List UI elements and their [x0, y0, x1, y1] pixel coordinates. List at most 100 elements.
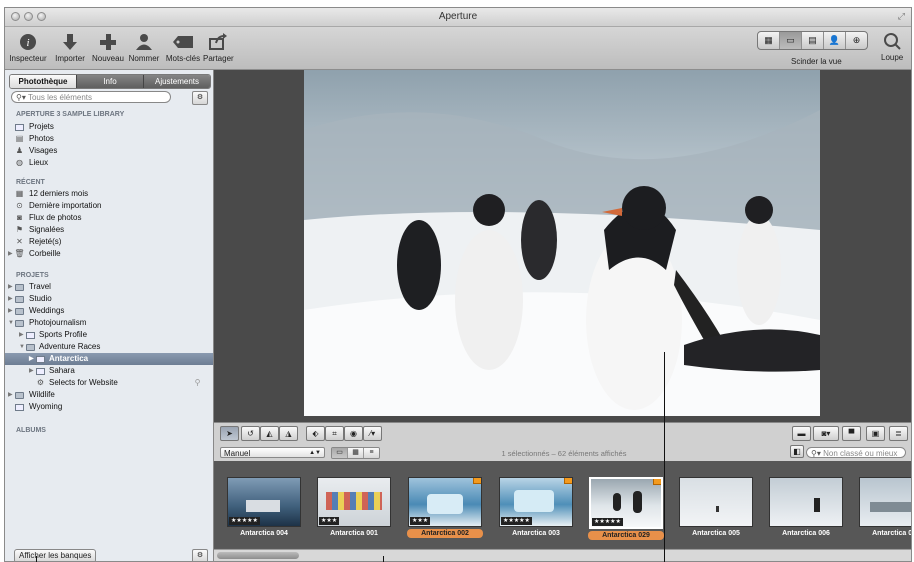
disclosure-triangle-open-icon[interactable]: ▼	[8, 317, 14, 329]
sidebar-item-flagged[interactable]: ⚑ Signalées	[5, 224, 213, 236]
sidebar-item-antarctica[interactable]: ▶ Antarctica	[5, 353, 213, 365]
sidebar-item-sahara[interactable]: ▶ Sahara	[5, 365, 213, 377]
sidebar-item-wildlife[interactable]: ▶ Wildlife	[5, 389, 213, 401]
library-search-field[interactable]: ⚲▾ Tous les éléments	[11, 91, 171, 103]
list-view-button[interactable]: ≣	[889, 426, 908, 441]
thumbnail-antarctica-029[interactable]: ★★★★★ Antarctica 029	[588, 477, 664, 540]
globe-icon: ◍	[16, 158, 23, 167]
sidebar-item-last-12-months[interactable]: ▦ 12 derniers mois	[5, 188, 213, 200]
viewer-options-button[interactable]: ▬	[792, 426, 811, 441]
tab-info[interactable]: Info	[77, 75, 144, 88]
disclosure-triangle-icon[interactable]: ▶	[8, 389, 13, 401]
sidebar-item-faces[interactable]: ♟ Visages	[5, 145, 213, 157]
filmstrip-scrollbar[interactable]	[214, 549, 911, 561]
redeye-tool-button[interactable]: ◉	[344, 426, 363, 441]
sidebar-bottom-action-button[interactable]: ⚙	[192, 549, 208, 561]
scrollbar-thumb[interactable]	[217, 552, 299, 559]
split-view-button[interactable]: ▭	[780, 32, 802, 49]
sidebar-item-projects[interactable]: Projets	[5, 121, 213, 133]
thumbnail-antarctica-006[interactable]: Antarctica 006	[768, 477, 844, 538]
thumbnail-caption: Antarctica 007	[872, 530, 911, 537]
sidebar-item-last-import[interactable]: ⊙ Dernière importation	[5, 200, 213, 212]
thumbnail-antarctica-007[interactable]: Antarctica 007	[858, 477, 911, 538]
name-faces-button[interactable]: Nommer	[127, 30, 161, 63]
thumbnail-antarctica-004[interactable]: ★★★★★ Antarctica 004	[226, 477, 302, 538]
brush-tool-button[interactable]: ⁄▾	[363, 426, 382, 441]
thumbnail-antarctica-003[interactable]: ★★★★★ Antarctica 003	[498, 477, 574, 538]
globe-icon: ⊕	[852, 35, 861, 45]
sidebar-item-wyoming[interactable]: Wyoming	[5, 401, 213, 413]
disclosure-triangle-icon[interactable]: ▶	[8, 293, 13, 305]
disclosure-triangle-open-icon[interactable]: ▼	[19, 341, 25, 353]
inspector-tabs: Photothèque Info Ajustements	[9, 74, 211, 89]
tab-adjustments[interactable]: Ajustements	[144, 75, 210, 88]
sidebar-item-travel[interactable]: ▶ Travel	[5, 281, 213, 293]
lift-tool-button[interactable]: ◭	[260, 426, 279, 441]
sidebar-item-studio[interactable]: ▶ Studio	[5, 293, 213, 305]
tab-library[interactable]: Photothèque	[10, 75, 77, 88]
sidebar-item-places[interactable]: ◍ Lieux	[5, 157, 213, 169]
sidebar-item-weddings[interactable]: ▶ Weddings	[5, 305, 213, 317]
sidebar-item-rejected[interactable]: ✕ Rejeté(s)	[5, 236, 213, 248]
projects-icon	[15, 123, 24, 131]
disclosure-triangle-icon[interactable]: ▶	[19, 329, 24, 341]
list-icon: ≡	[369, 449, 374, 456]
straighten-tool-button[interactable]: ⬖	[306, 426, 325, 441]
sidebar-item-selects-for-website[interactable]: ⚙ Selects for Website ⚲	[5, 377, 213, 389]
rotate-tool-button[interactable]: ↺	[241, 426, 260, 441]
info-overlay-button[interactable]: ▀	[842, 426, 861, 441]
rating-stars: ★★★	[319, 517, 340, 525]
thumbnail-antarctica-001[interactable]: ★★★ Antarctica 001	[316, 477, 392, 538]
quick-preview-button[interactable]: ◙▾	[813, 426, 839, 441]
sidebar-item-trash[interactable]: ▶ 🗑 Corbeille	[5, 248, 213, 260]
show-banks-button[interactable]: Afficher les banques	[14, 549, 97, 561]
main-photo-penguins[interactable]	[304, 70, 820, 416]
import-button[interactable]: Importer	[52, 30, 88, 63]
callout-tick	[36, 556, 37, 562]
sidebar-item-label: 12 derniers mois	[29, 189, 89, 198]
search-icon: ⚲	[194, 378, 201, 387]
filter-options-button[interactable]: ◧	[790, 445, 804, 458]
tag-icon	[163, 30, 203, 54]
filmstrip-view-button[interactable]: ▭	[332, 448, 348, 458]
thumbnail-antarctica-002[interactable]: ★★★ Antarctica 002	[407, 477, 483, 538]
browser-view-button[interactable]: ▦	[758, 32, 780, 49]
loupe-label: Loupe	[881, 53, 904, 62]
library-section-header: APERTURE 3 SAMPLE LIBRARY	[16, 111, 125, 118]
keywords-button[interactable]: Mots-clés	[163, 30, 203, 63]
sidebar-item-photojournalism[interactable]: ▼ Photojournalism	[5, 317, 213, 329]
recent-section-header: RÉCENT	[16, 179, 45, 186]
stamp-tool-button[interactable]: ◮	[279, 426, 298, 441]
rating-filter-field[interactable]: ⚲▾ Non classé ou mieux	[806, 447, 906, 458]
disclosure-triangle-icon[interactable]: ▶	[8, 305, 13, 317]
photo-stream-icon: ◙	[17, 213, 22, 222]
loupe-button[interactable]: Loupe	[881, 29, 903, 62]
projects-icon	[15, 403, 24, 411]
places-view-button[interactable]: ⊕	[846, 32, 867, 49]
viewer-view-button[interactable]: ▤	[802, 32, 824, 49]
sidebar-item-photos[interactable]: ▤ Photos	[5, 133, 213, 145]
sort-select[interactable]: Manuel ▲▼	[220, 447, 325, 458]
crop-tool-button[interactable]: ⌗	[325, 426, 344, 441]
faces-view-button[interactable]: 👤	[824, 32, 846, 49]
list-view-toggle[interactable]: ≡	[364, 448, 379, 458]
new-button[interactable]: Nouveau	[91, 30, 125, 63]
fullscreen-icon[interactable]: ⤢	[898, 11, 905, 22]
disclosure-triangle-icon[interactable]: ▶	[29, 365, 34, 377]
share-button[interactable]: Partager	[203, 30, 234, 63]
grid-view-button[interactable]: ▦	[348, 448, 364, 458]
sidebar-item-photo-stream[interactable]: ◙ Flux de photos	[5, 212, 213, 224]
brush-icon: ⁄▾	[369, 429, 376, 438]
select-tool-button[interactable]: ➤	[220, 426, 239, 441]
disclosure-triangle-icon[interactable]: ▶	[8, 248, 13, 260]
inspector-button[interactable]: i Inspecteur	[8, 30, 48, 63]
sidebar-action-button[interactable]: ⚙	[192, 91, 208, 105]
disclosure-triangle-icon[interactable]: ▶	[29, 353, 34, 365]
albums-section-header: ALBUMS	[16, 427, 46, 434]
fullscreen-button[interactable]: ▣	[866, 426, 885, 441]
sidebar-item-adventure-races[interactable]: ▼ Adventure Races	[5, 341, 213, 353]
disclosure-triangle-icon[interactable]: ▶	[8, 281, 13, 293]
sidebar-item-sports-profile[interactable]: ▶ Sports Profile	[5, 329, 213, 341]
rating-stars: ★★★	[410, 517, 431, 525]
thumbnail-antarctica-005[interactable]: Antarctica 005	[678, 477, 754, 538]
